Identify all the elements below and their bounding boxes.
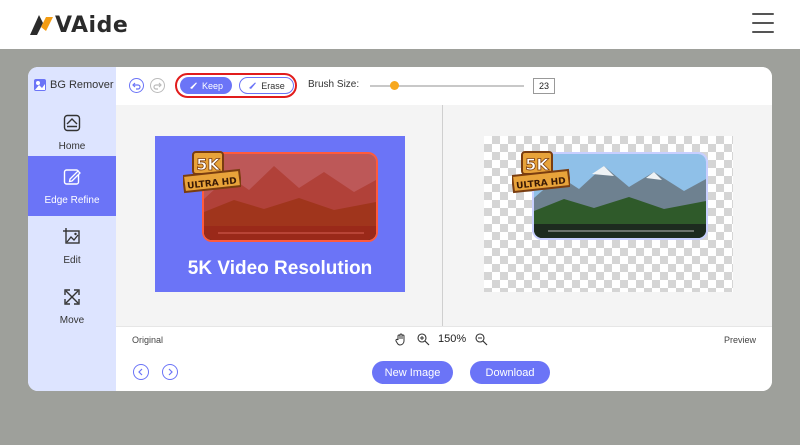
brand-label: BG Remover <box>50 79 114 91</box>
logo-text: VAide <box>55 12 129 38</box>
sidebar-item-label: Home <box>58 140 86 152</box>
keep-brush-icon <box>189 82 197 89</box>
bg-remover-icon <box>34 79 46 91</box>
app-window: BG Remover Home Edge Refine Edit Move Ke… <box>28 67 772 391</box>
download-button[interactable]: Download <box>470 361 550 384</box>
keep-label: Keep <box>201 80 224 91</box>
edit-pen-icon <box>63 168 81 185</box>
badge-top-text: 5K <box>196 155 220 174</box>
previous-button[interactable] <box>133 364 149 380</box>
hand-pan-icon[interactable] <box>394 332 408 346</box>
sidebar: BG Remover Home Edge Refine Edit Move <box>28 67 116 391</box>
zoom-out-icon[interactable] <box>474 332 488 346</box>
image-caption: 5K Video Resolution <box>187 258 373 279</box>
brand: BG Remover <box>33 78 114 92</box>
toolbar: Keep Erase Brush Size: 23 <box>116 67 772 105</box>
crop-image-icon <box>63 227 80 244</box>
chevron-right-icon <box>168 368 173 376</box>
zoom-level: 150% <box>438 333 467 345</box>
move-arrows-icon <box>64 288 80 305</box>
undo-button[interactable] <box>129 78 144 93</box>
sidebar-item-home[interactable]: Home <box>28 102 116 162</box>
next-button[interactable] <box>162 364 178 380</box>
keep-button[interactable]: Keep <box>180 77 232 94</box>
menu-hamburger-icon[interactable] <box>752 13 774 33</box>
chevron-left-icon <box>138 368 143 376</box>
brush-mode-group: Keep Erase <box>175 73 297 98</box>
workspace: 5K ULTRA HD 5K Video Resolution 5K ULTRA… <box>116 105 772 326</box>
undo-icon <box>132 82 141 90</box>
sidebar-item-edit[interactable]: Edit <box>28 216 116 276</box>
sidebar-item-edge-refine[interactable]: Edge Refine <box>28 156 116 216</box>
bottom-bar: New Image Download <box>116 352 772 391</box>
redo-icon <box>153 82 162 90</box>
original-label: Original <box>132 335 164 345</box>
brush-size-value[interactable]: 23 <box>533 78 555 94</box>
canvas-divider[interactable] <box>442 105 443 326</box>
home-icon <box>63 114 81 131</box>
preview-label: Preview <box>723 335 756 345</box>
5k-ultra-hd-badge: 5K ULTRA HD <box>510 150 572 194</box>
zoom-in-icon[interactable] <box>416 332 430 346</box>
brush-size-slider-thumb[interactable] <box>390 81 399 90</box>
brush-size-label: Brush Size: <box>308 79 360 90</box>
5k-ultra-hd-badge: 5K ULTRA HD <box>181 150 243 194</box>
erase-label: Erase <box>261 80 285 91</box>
sidebar-item-label: Edit <box>63 254 81 266</box>
zoom-controls: 150% <box>394 332 488 346</box>
logo-mark-icon <box>30 15 53 35</box>
site-logo[interactable]: VAide <box>28 12 128 38</box>
new-image-button[interactable]: New Image <box>372 361 453 384</box>
erase-button[interactable]: Erase <box>239 77 294 94</box>
sidebar-item-label: Move <box>59 314 85 326</box>
site-header: VAide <box>0 0 800 49</box>
badge-top-text: 5K <box>525 155 549 174</box>
preview-image-canvas: 5K ULTRA HD <box>484 136 733 292</box>
sidebar-item-label: Edge Refine <box>44 194 100 206</box>
original-image-canvas[interactable]: 5K ULTRA HD 5K Video Resolution <box>155 136 405 292</box>
erase-brush-icon <box>249 82 257 89</box>
sidebar-item-move[interactable]: Move <box>28 276 116 336</box>
status-bar: Original 150% Preview <box>116 326 772 352</box>
redo-button[interactable] <box>150 78 165 93</box>
